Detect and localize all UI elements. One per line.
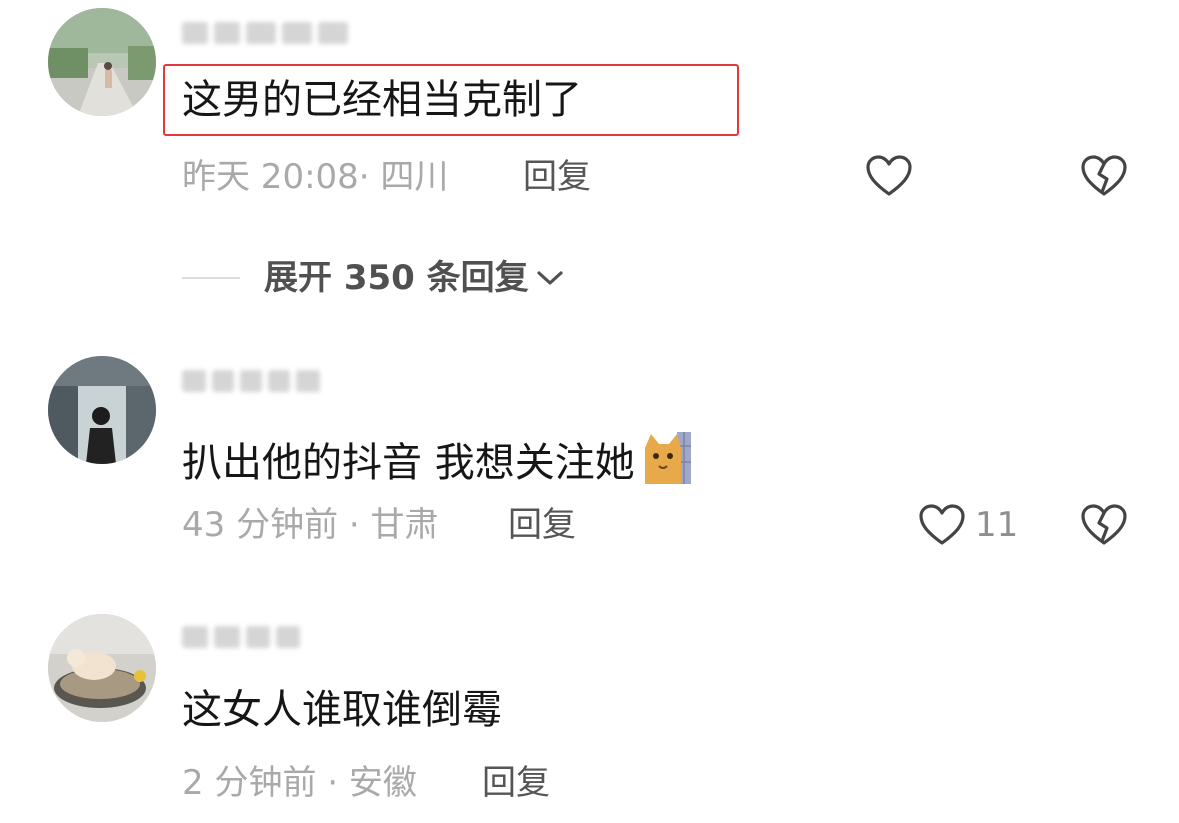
reply-button[interactable]: 回复 [482, 763, 550, 803]
heart-outline-icon[interactable] [865, 154, 913, 198]
broken-heart-icon[interactable] [1080, 154, 1128, 198]
expand-replies-label: 展开 350 条回复 [264, 258, 529, 298]
comment-meta: 2 分钟前 · 安徽 [182, 763, 417, 803]
comment-item: 这女人谁取谁倒霉 2 分钟前 · 安徽 回复 [0, 600, 1179, 823]
comment-location: · 甘肃 [348, 505, 439, 545]
username-redacted [182, 18, 348, 48]
username-redacted [182, 622, 300, 652]
comment-location: · 四川 [358, 157, 449, 197]
chevron-down-icon [537, 271, 563, 285]
comment-text-content: 扒出他的抖音 我想关注她 [182, 440, 635, 486]
cat-emoji [644, 432, 691, 484]
divider-line [182, 277, 240, 279]
like-count: 11 [975, 505, 1019, 545]
username-redacted [182, 366, 320, 396]
comment-item: 扒出他的抖音 我想关注她 43 分钟前 · 甘肃 回复 11 [0, 340, 1179, 560]
comment-meta: 43 分钟前 · 甘肃 [182, 505, 439, 545]
comment-time: 2 分钟前 [182, 763, 317, 803]
comment-meta: 昨天 20:08· 四川 [182, 157, 448, 197]
reply-button[interactable]: 回复 [508, 505, 576, 545]
comment-location: · 安徽 [327, 763, 417, 803]
avatar[interactable] [48, 356, 156, 464]
comment-text: 这女人谁取谁倒霉 [182, 687, 502, 733]
comment-time: 昨天 20:08 [182, 157, 359, 197]
comment-time: 43 分钟前 [182, 505, 339, 545]
comment-text: 这男的已经相当克制了 [182, 77, 582, 123]
avatar[interactable] [48, 614, 156, 722]
heart-outline-icon[interactable] [918, 503, 966, 547]
reply-button[interactable]: 回复 [523, 157, 591, 197]
broken-heart-icon[interactable] [1080, 503, 1128, 547]
expand-replies-button[interactable]: 展开 350 条回复 [182, 256, 565, 300]
comment-item: 这男的已经相当克制了 昨天 20:08· 四川 回复 [0, 0, 1179, 240]
avatar[interactable] [48, 8, 156, 116]
comment-text: 扒出他的抖音 我想关注她 [182, 430, 691, 487]
